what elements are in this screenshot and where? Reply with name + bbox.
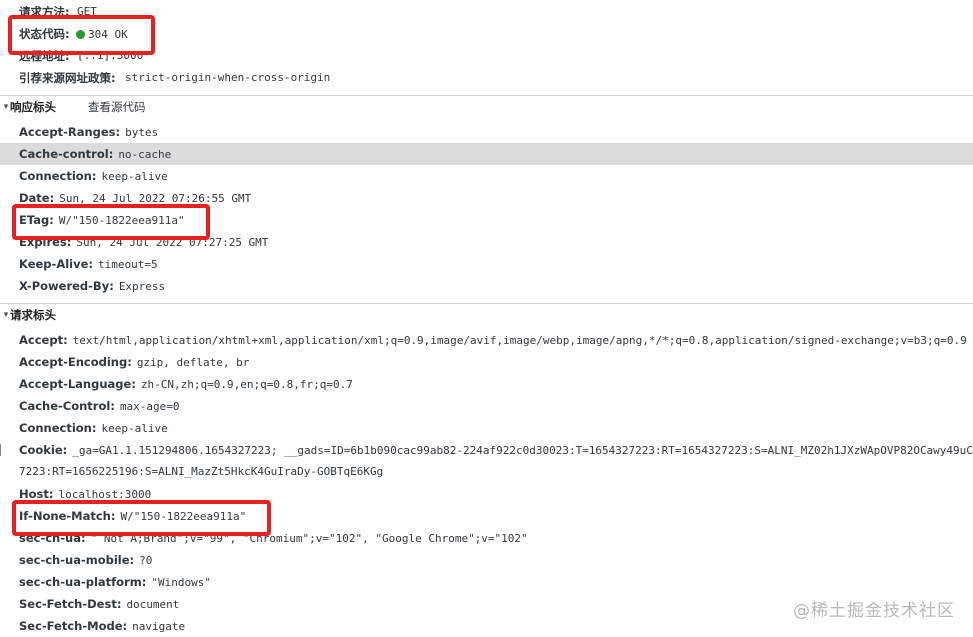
header-key: Sec-Fetch-Mode [19,619,127,633]
header-value: gzip, deflate, br [136,356,250,369]
header-key: Date [19,191,54,205]
request-header-row-cookie: Cookie _ga=GA1.1.151294806.1654327223; __… [0,439,973,483]
header-value: [::1]:3000 [77,49,144,62]
header-key: Cache-Control [19,399,115,413]
header-key: sec-ch-ua [19,531,86,545]
header-value: navigate [132,620,186,633]
header-value: keep-alive [101,170,168,183]
request-header-row: Cache-Control max-age=0 [0,395,973,417]
header-value: timeout=5 [98,258,158,271]
general-row-referrer: 引荐来源网址政策 strict-origin-when-cross-origin [0,67,973,89]
header-value: document [126,598,180,611]
header-key: Host [19,487,53,501]
request-header-row: Accept-Language zh-CN,zh;q=0.9,en;q=0.8,f… [0,373,973,395]
header-key: sec-ch-ua-mobile [19,553,134,567]
header-key: Keep-Alive [19,257,93,271]
section-title: 请求标头 [10,308,56,322]
header-key: Accept-Language [19,377,136,391]
request-header-row: Accept-Encoding gzip, deflate, br [0,351,973,373]
header-key: Accept-Encoding [19,355,132,369]
status-ok-dot-icon [76,30,85,39]
general-row-remote: 远程地址 [::1]:3000 [0,45,973,67]
request-header-row: Accept text/html,application/xhtml+xml,ap… [0,329,973,351]
response-header-row: Expires Sun, 24 Jul 2022 07:27:25 GMT [0,231,973,253]
response-header-row: Keep-Alive timeout=5 [0,253,973,275]
header-value: no-cache [118,148,172,161]
header-value: " Not A;Brand";v="99", "Chromium";v="102… [90,532,528,545]
header-key: ETag [19,213,54,227]
response-header-row-selected[interactable]: Cache-control no-cache [0,143,973,165]
request-header-row: Connection keep-alive [0,417,973,439]
header-value: localhost:3000 [58,488,152,501]
header-key: Cache-control [19,147,113,161]
view-source-link[interactable]: 查看源代码 [88,96,146,118]
expand-triangle-icon[interactable]: ▼ [2,304,10,326]
header-value: Express [118,280,166,293]
header-key: sec-ch-ua-platform [19,575,146,589]
etag-value: W/"150-1822eea911a" [58,214,185,227]
request-header-row-if-none-match: If-None-Match W/"150-1822eea911a" [0,505,973,527]
row-gutter-marker [0,444,4,456]
header-value: keep-alive [101,422,168,435]
header-key: 引荐来源网址政策 [19,67,116,89]
header-key: Expires [19,235,71,249]
header-key: Connection [19,169,96,183]
response-header-row: Date Sun, 24 Jul 2022 07:26:55 GMT [0,187,973,209]
request-header-row: sec-ch-ua-platform "Windows" [0,571,973,593]
header-key: Sec-Fetch-Dest [19,597,121,611]
header-value: ?0 [139,554,153,567]
section-title: 响应标头 [10,100,56,114]
response-header-row: Connection keep-alive [0,165,973,187]
header-key: If-None-Match [19,509,115,523]
header-key: 请求方法 [19,1,70,23]
response-header-row: X-Powered-By Express [0,275,973,297]
status-code-value: 304 OK [88,28,128,41]
response-header-row: Accept-Ranges bytes [0,121,973,143]
header-value: _ga=GA1.1.151294806.1654327223; __gads=I… [72,444,973,457]
response-headers-section[interactable]: ▼ 响应标头 查看源代码 [0,95,973,118]
expand-triangle-icon[interactable]: ▼ [2,96,10,118]
request-headers-section[interactable]: ▼ 请求标头 [0,303,973,326]
header-value: "Windows" [151,576,211,589]
header-key: Connection [19,421,96,435]
header-value: Sun, 24 Jul 2022 07:27:25 GMT [76,236,269,249]
header-key: X-Powered-By [19,279,114,293]
request-header-row: Host localhost:3000 [0,483,973,505]
request-header-row: sec-ch-ua-mobile ?0 [0,549,973,571]
request-header-row: sec-ch-ua " Not A;Brand";v="99", "Chromiu… [0,527,973,549]
header-key: Accept-Ranges [19,125,120,139]
header-value: text/html,application/xhtml+xml,applicat… [72,334,967,347]
header-value: strict-origin-when-cross-origin [125,71,331,84]
header-value: GET [77,5,97,18]
header-value: max-age=0 [119,400,180,413]
header-value: zh-CN,zh;q=0.9,en;q=0.8,fr;q=0.7 [140,378,353,391]
watermark-text: @稀土掘金技术社区 [793,601,955,621]
header-key: 状态代码 [19,23,70,45]
general-row-status: 状态代码 304 OK [0,23,973,45]
status-value-wrap: 304 OK [70,23,128,45]
header-value-continuation: 7223:RT=1656225196:S=ALNI_MazZt5HkcK4GuI… [19,465,384,478]
if-none-match-value: W/"150-1822eea911a" [120,510,247,523]
response-header-row-etag: ETag W/"150-1822eea911a" [0,209,973,231]
general-row-method: 请求方法 GET [0,1,973,23]
header-key: Accept [19,333,68,347]
header-key: Cookie [19,443,67,457]
header-value: bytes [125,126,159,139]
header-value: Sun, 24 Jul 2022 07:26:55 GMT [59,192,252,205]
header-key: 远程地址 [19,45,70,67]
